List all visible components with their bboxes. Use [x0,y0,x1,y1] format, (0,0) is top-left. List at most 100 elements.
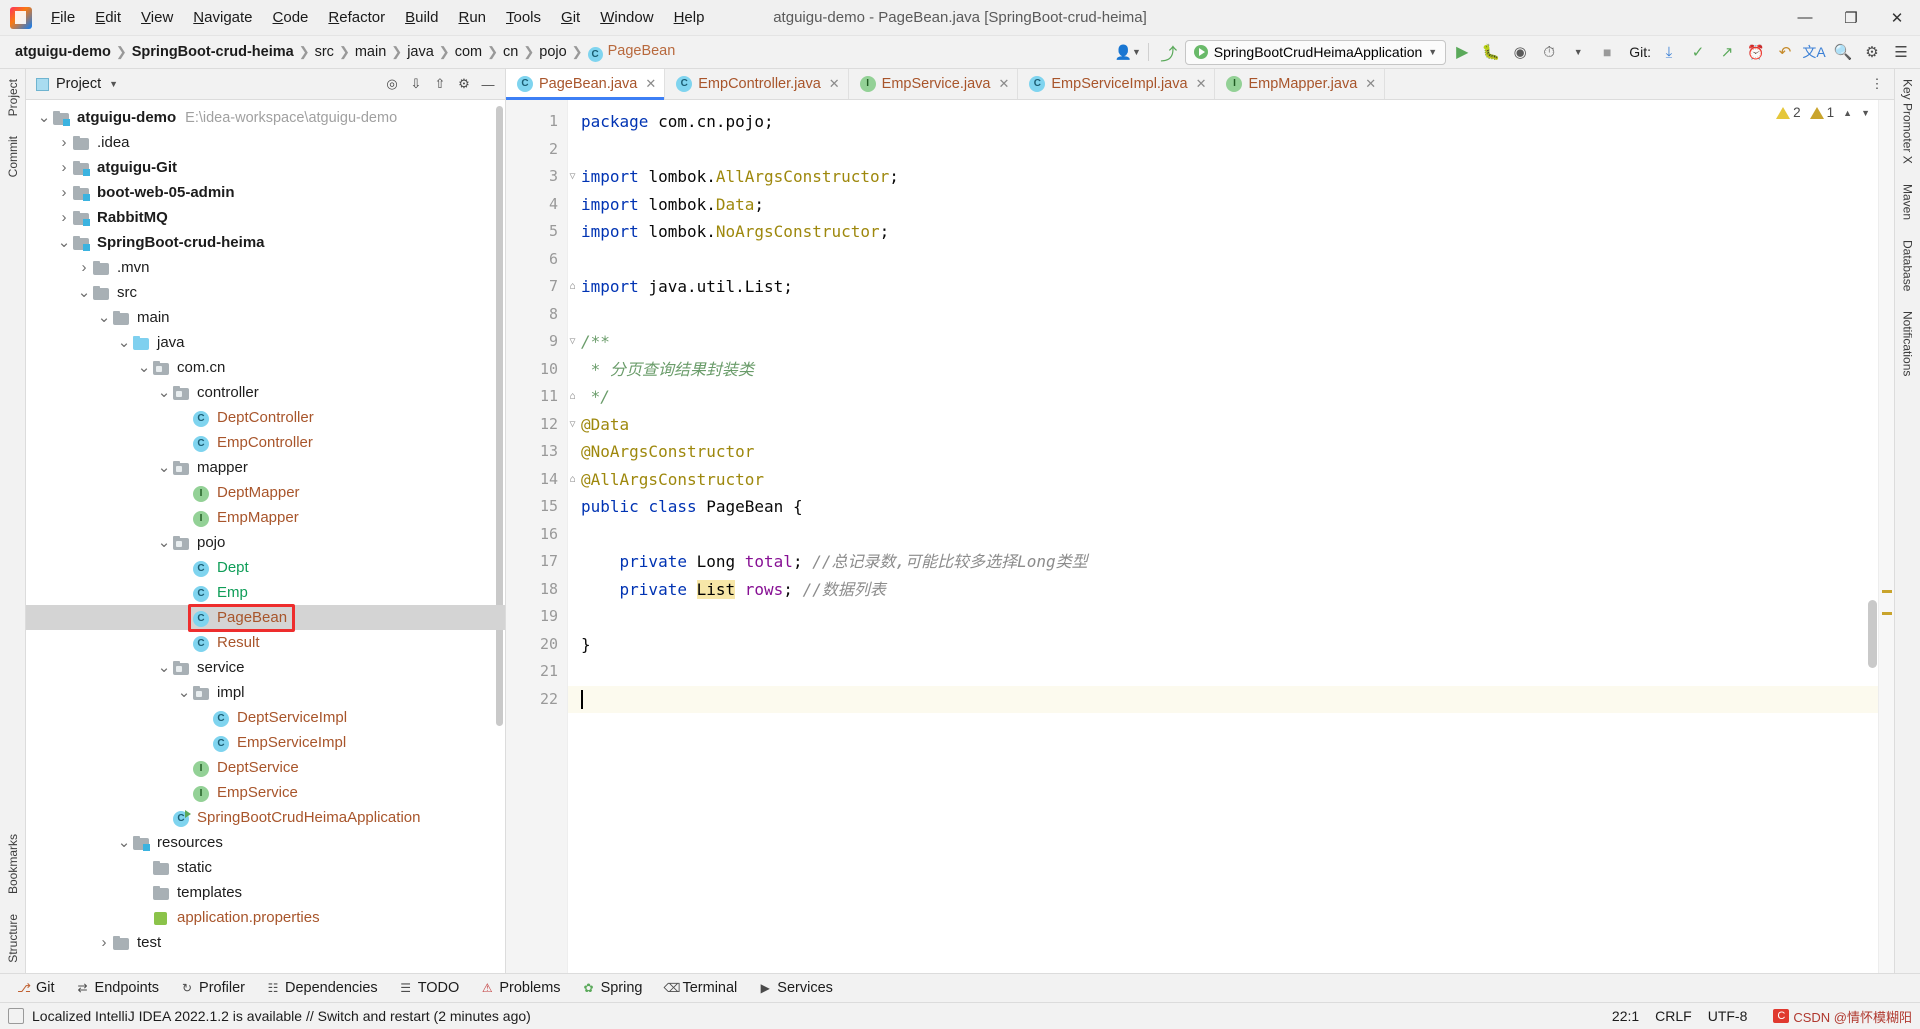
line-number[interactable]: 14 ⌂ [506,466,576,494]
close-icon[interactable]: ✕ [829,76,840,92]
chevron-down-icon[interactable]: ▼ [1565,40,1591,64]
editor-inspection-status[interactable]: 2 1 ▲ ▼ [1776,105,1870,120]
maximize-button[interactable]: ❐ [1828,0,1874,35]
git-push-icon[interactable]: ↗ [1714,40,1740,64]
minimize-button[interactable]: — [1782,0,1828,35]
tool-window-todo[interactable]: ☰ TODO [390,978,469,998]
chevron-right-icon[interactable]: › [76,259,92,276]
tree-node-mapper[interactable]: ⌄ mapper [26,455,505,480]
breadcrumb-item-pagebean[interactable]: C PageBean [585,42,679,63]
run-configuration-selector[interactable]: SpringBootCrudHeimaApplication ▼ [1184,39,1447,65]
menu-item-edit[interactable]: Edit [86,5,130,30]
line-number[interactable]: 8 [506,301,567,329]
code-viewport[interactable]: 1 2 3 ▽ 4 5 6 7 ⌂ 8 9 ▽ 10 11 ⌂ 12 ▽ 13 14 ⌂ 15 16 17 18 19 20 21 2… [506,100,1878,973]
rail-item-key-promoter-x[interactable]: Key Promoter X [1897,69,1919,174]
rail-item-project[interactable]: Project [2,69,24,126]
chevron-down-icon[interactable]: ⌄ [76,285,92,300]
close-icon[interactable]: ✕ [645,76,656,92]
line-number[interactable]: 6 [506,246,567,274]
tree-node-empmapper[interactable]: I EmpMapper [26,505,505,530]
updates-icon[interactable]: ⤴ [1156,40,1182,64]
chevron-down-icon[interactable]: ⌄ [116,835,132,850]
tool-window-profiler[interactable]: ↻ Profiler [171,978,254,998]
line-number[interactable]: 20 [506,631,567,659]
run-icon[interactable]: ▶ [1449,40,1475,64]
rail-item-commit[interactable]: Commit [2,126,24,187]
tool-window-git[interactable]: ⎇ Git [8,978,64,998]
line-number[interactable]: 12 ▽ [506,411,576,439]
editor-tab-empservice-java[interactable]: I EmpService.java ✕ [849,69,1019,99]
editor-tab-pagebean-java[interactable]: C PageBean.java ✕ [506,69,666,100]
line-number[interactable]: 4 [506,191,567,219]
tree-node-pojo[interactable]: ⌄ pojo [26,530,505,555]
breadcrumb-item-pojo[interactable]: pojo [536,43,569,61]
close-icon[interactable]: ✕ [998,76,1009,92]
chevron-right-icon[interactable]: › [56,134,72,151]
line-number[interactable]: 1 [506,108,567,136]
line-number[interactable]: 16 [506,521,567,549]
line-number[interactable]: 13 [506,438,567,466]
chevron-right-icon[interactable]: › [56,159,72,176]
code-line[interactable] [581,136,1878,164]
tree-node-boot-web-05-admin[interactable]: › boot-web-05-admin [26,180,505,205]
tree-node-application-properties[interactable]: application.properties [26,905,505,930]
code-line[interactable]: package com.cn.pojo; [581,108,1878,136]
chevron-right-icon[interactable]: › [56,184,72,201]
chevron-down-icon[interactable]: ▼ [109,79,118,89]
target-icon[interactable]: ◎ [381,74,403,95]
code-line[interactable]: import lombok.NoArgsConstructor; [581,218,1878,246]
line-number[interactable]: 15 [506,493,567,521]
breadcrumb-item-cn[interactable]: cn [500,43,521,61]
menu-item-build[interactable]: Build [396,5,447,30]
code-line[interactable] [581,301,1878,329]
tool-window-dependencies[interactable]: ☷ Dependencies [257,978,387,998]
tree-node-dept[interactable]: C Dept [26,555,505,580]
breadcrumb-item-java[interactable]: java [404,43,437,61]
tree-node-controller[interactable]: ⌄ controller [26,380,505,405]
line-number[interactable]: 10 [506,356,567,384]
menu-item-code[interactable]: Code [264,5,318,30]
code-line[interactable]: @NoArgsConstructor [581,438,1878,466]
breadcrumb[interactable]: atguigu-demo ❯ SpringBoot-crud-heima ❯ src ❯ m… [12,42,678,63]
menu-bar[interactable]: File Edit View Navigate Code Refactor Build Run… [42,5,713,30]
tree-node-empcontroller[interactable]: C EmpController [26,430,505,455]
chevron-down-icon[interactable]: ⌄ [176,685,192,700]
rail-item-notifications[interactable]: Notifications [1897,301,1919,386]
code-text[interactable]: package com.cn.pojo; import lombok.AllArg… [568,100,1878,973]
tree-node-atguigu-git[interactable]: › atguigu-Git [26,155,505,180]
line-number[interactable]: 3 ▽ [506,163,576,191]
tree-node-resources[interactable]: ⌄ resources [26,830,505,855]
line-separator[interactable]: CRLF [1655,1008,1692,1024]
code-line[interactable]: /** [581,328,1878,356]
rail-item-structure[interactable]: Structure [2,904,24,973]
menu-item-refactor[interactable]: Refactor [319,5,394,30]
breadcrumb-item-com[interactable]: com [452,43,485,61]
translate-icon[interactable]: 文A [1801,40,1827,64]
encoding[interactable]: UTF-8 [1708,1008,1748,1024]
chevron-down-icon[interactable]: ▼ [1861,108,1870,118]
breadcrumb-item-src[interactable]: src [312,43,337,61]
weak-warning-count[interactable]: 1 [1809,105,1834,120]
git-commit-icon[interactable]: ✓ [1685,40,1711,64]
code-line[interactable]: @AllArgsConstructor [581,466,1878,494]
collapse-icon[interactable]: ⇧ [429,74,451,95]
tree-node-result[interactable]: C Result [26,630,505,655]
history-icon[interactable]: ⏰ [1743,40,1769,64]
code-line[interactable] [568,685,1878,713]
chevron-down-icon[interactable]: ⌄ [156,385,172,400]
editor-tab-empcontroller-java[interactable]: C EmpController.java ✕ [665,69,849,99]
tree-node-service[interactable]: ⌄ service [26,655,505,680]
more-tabs-icon[interactable]: ⋮ [1866,74,1888,95]
tree-node-rabbitmq[interactable]: › RabbitMQ [26,205,505,230]
event-log-icon[interactable] [8,1008,24,1024]
line-number[interactable]: 7 ⌂ [506,273,576,301]
code-line[interactable]: */ [581,383,1878,411]
chevron-down-icon[interactable]: ⌄ [156,460,172,475]
line-number[interactable]: 17 [506,548,567,576]
code-line[interactable]: import lombok.Data; [581,191,1878,219]
code-line[interactable] [581,603,1878,631]
code-line[interactable] [581,521,1878,549]
profiler-icon[interactable]: ⏱ [1536,40,1562,64]
expand-icon[interactable]: ⇩ [405,74,427,95]
line-number[interactable]: 22 [506,686,567,714]
